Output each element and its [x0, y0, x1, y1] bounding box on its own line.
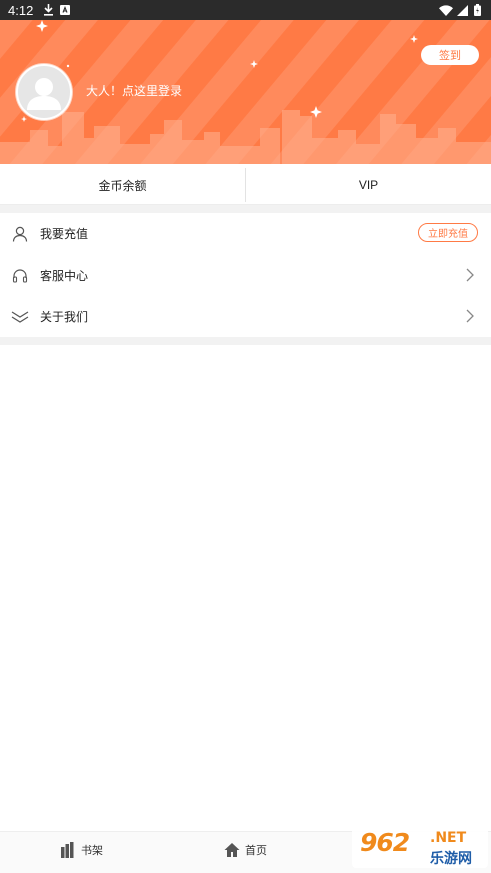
home-icon [224, 842, 240, 858]
chevron-right-icon [466, 309, 474, 323]
recharge-now-button[interactable]: 立即充值 [418, 223, 478, 242]
headset-icon [11, 267, 29, 285]
menu-label-recharge: 我要充值 [40, 227, 89, 241]
status-time: 4:12 [8, 2, 34, 18]
status-bar: 4:12 [0, 0, 491, 20]
tab-coin-balance[interactable]: 金币余额 [0, 166, 245, 204]
wifi-icon [439, 4, 453, 16]
nav-item-bookshelf[interactable]: 书架 [60, 842, 103, 858]
menu-label-customer-service: 客服中心 [40, 269, 89, 283]
battery-icon [474, 4, 481, 16]
menu-item-about-us[interactable]: 关于我们 [0, 296, 491, 337]
section-separator [0, 337, 491, 345]
default-avatar-icon [27, 78, 61, 110]
chevron-right-icon [466, 268, 474, 282]
double-chevron-down-icon [11, 308, 29, 326]
menu-item-recharge[interactable]: 我要充值 立即充值 [0, 213, 491, 254]
watermark-suffix: .NET [430, 830, 467, 846]
bookshelf-icon [60, 842, 76, 858]
signal-icon [457, 4, 468, 16]
watermark-subtitle: 乐游网 [430, 851, 472, 867]
signin-button[interactable]: 签到 [421, 45, 479, 65]
avatar[interactable] [16, 64, 72, 120]
account-tabs: 金币余额 VIP [0, 166, 491, 205]
header-background [0, 20, 491, 164]
login-prompt[interactable]: 大人！点这里登录 [86, 82, 182, 99]
menu-item-customer-service[interactable]: 客服中心 [0, 255, 491, 296]
app-notification-icon [60, 5, 71, 15]
watermark-logo: 962 [360, 828, 410, 857]
menu-label-about-us: 关于我们 [40, 310, 89, 324]
nav-label-home: 首页 [245, 845, 267, 857]
section-separator [0, 205, 491, 213]
nav-item-home[interactable]: 首页 [224, 842, 267, 858]
profile-header: 大人！点这里登录 签到 [0, 20, 491, 164]
user-icon [11, 225, 29, 243]
site-watermark: 962 .NET 乐游网 [352, 826, 488, 868]
nav-label-bookshelf: 书架 [81, 845, 103, 857]
download-icon [43, 4, 54, 16]
tab-vip[interactable]: VIP [246, 166, 491, 204]
